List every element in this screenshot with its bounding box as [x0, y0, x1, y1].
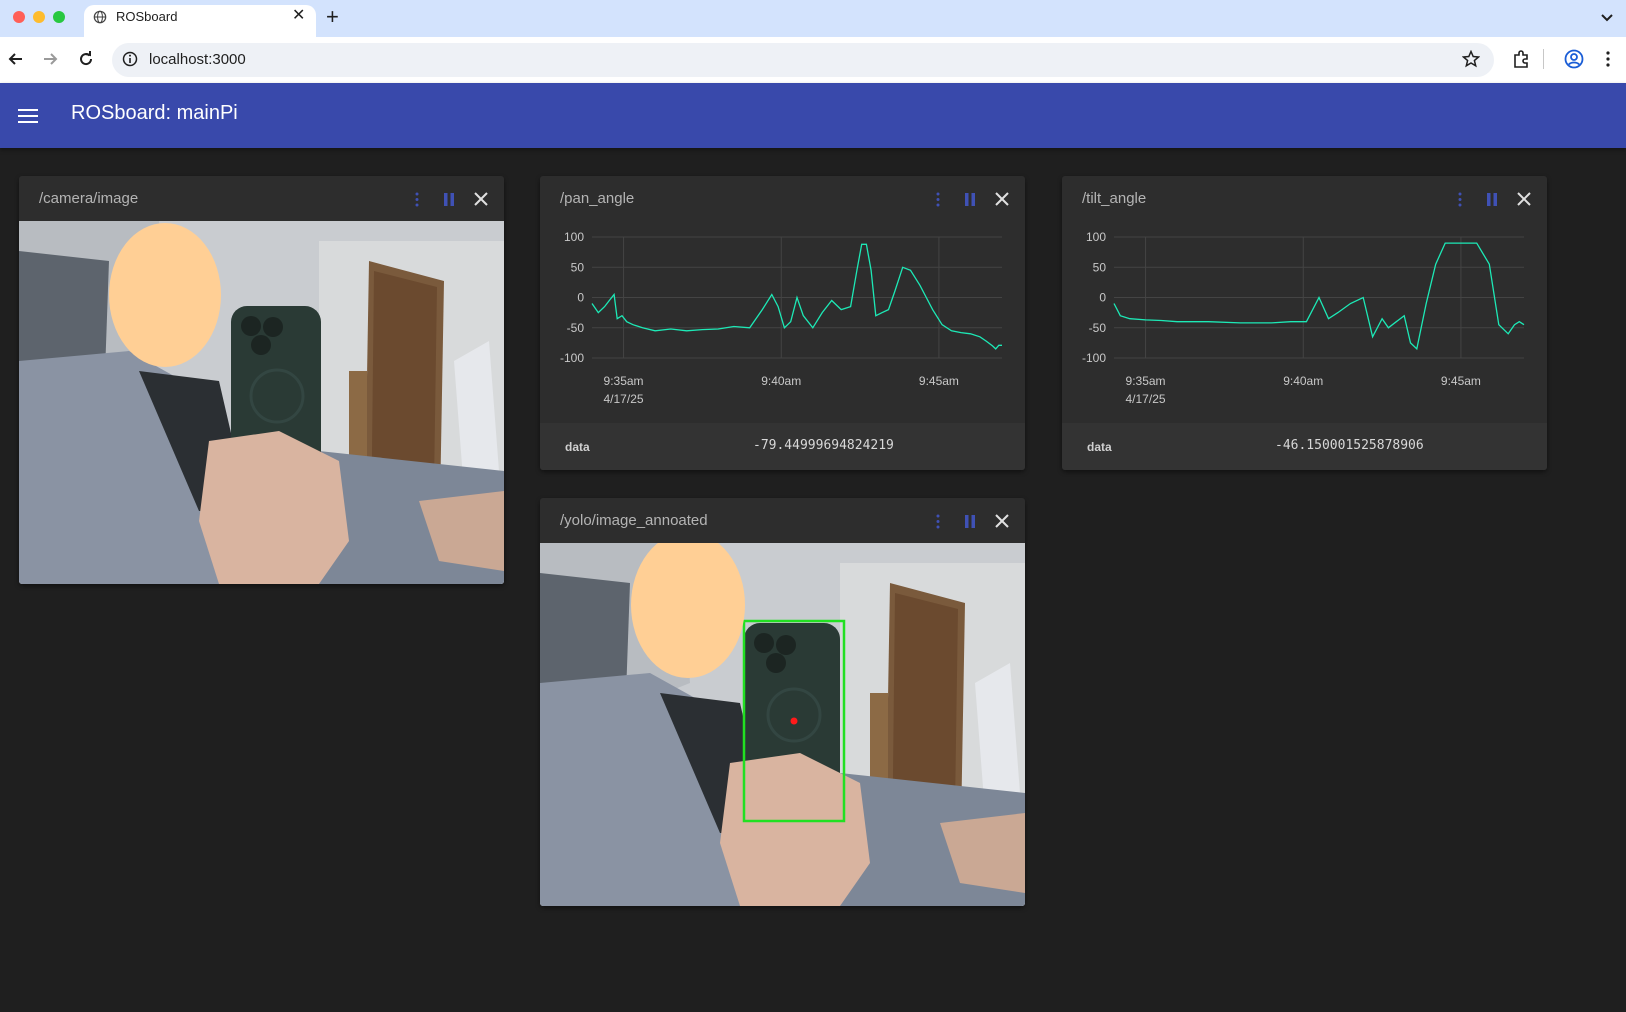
y-tick-label: 50 [1093, 260, 1107, 274]
profile-icon[interactable] [1564, 49, 1584, 69]
series-line [591, 243, 1002, 350]
y-tick-label: 50 [571, 260, 585, 274]
app-header [0, 83, 1626, 148]
data-row: data -79.44999694824219 [540, 423, 1025, 470]
browser-menu-icon[interactable] [1604, 49, 1612, 69]
y-tick-label: -100 [560, 351, 584, 365]
y-tick-label: 100 [564, 230, 584, 244]
x-tick-label: 9:45am [1441, 374, 1481, 388]
card-menu-icon[interactable] [1456, 191, 1464, 208]
data-value: -46.150001525878906 [1275, 438, 1424, 453]
close-icon[interactable] [1516, 191, 1532, 207]
yolo-annotated-image [540, 543, 1025, 906]
series-line [1113, 242, 1525, 351]
x-tick-date-label: 4/17/25 [1126, 392, 1166, 406]
close-icon[interactable] [994, 513, 1010, 529]
y-tick-label: -100 [1082, 351, 1106, 365]
y-tick-label: 100 [1086, 230, 1106, 244]
hamburger-menu-icon[interactable] [18, 108, 38, 124]
card-topic-title: /tilt_angle [1082, 190, 1147, 207]
close-icon[interactable] [994, 191, 1010, 207]
data-value: -79.44999694824219 [753, 438, 894, 453]
data-key: data [565, 440, 590, 454]
x-tick-label: 9:35am [604, 374, 644, 388]
camera-image [19, 221, 504, 584]
tilt-angle-chart: 100 50 0 -50 -100 9:35am 4/17/25 9:40am 9:45am [1082, 230, 1525, 406]
site-info-icon[interactable] [122, 51, 138, 67]
toolbar-separator [1543, 49, 1544, 69]
data-row: data -46.150001525878906 [1062, 423, 1547, 470]
pause-icon[interactable] [442, 191, 456, 208]
detection-center-point [790, 717, 798, 725]
card-topic-title: /yolo/image_annoated [560, 512, 708, 529]
address-bar[interactable] [112, 43, 1494, 77]
pause-icon[interactable] [1485, 191, 1499, 208]
card-menu-icon[interactable] [934, 513, 942, 530]
card-yolo-image: /yolo/image_annoated [540, 498, 1025, 906]
card-menu-icon[interactable] [413, 191, 421, 208]
x-tick-date-label: 4/17/25 [604, 392, 644, 406]
window-maximize-button[interactable] [53, 11, 65, 23]
window-close-button[interactable] [13, 11, 25, 23]
y-tick-label: -50 [1089, 321, 1107, 335]
x-tick-label: 9:40am [1283, 374, 1323, 388]
address-url[interactable]: localhost:3000 [149, 51, 246, 68]
bookmark-star-icon[interactable] [1462, 50, 1480, 68]
tab-close-icon[interactable]: ✕ [292, 7, 305, 25]
card-pan-angle: /pan_angle 100 50 0 -50 -100 9:35am 4/17/25 9:4… [540, 176, 1025, 470]
chevron-down-icon[interactable] [1598, 8, 1616, 26]
x-tick-label: 9:45am [919, 374, 959, 388]
x-tick-label: 9:40am [761, 374, 801, 388]
new-tab-icon[interactable]: + [326, 5, 339, 29]
pan-angle-chart: 100 50 0 -50 -100 9:35am 4/17/25 9:40am 9:45am [560, 230, 1002, 406]
forward-arrow-icon[interactable] [40, 49, 60, 69]
y-tick-label: -50 [567, 321, 585, 335]
window-minimize-button[interactable] [33, 11, 45, 23]
card-tilt-angle: /tilt_angle 100 50 0 -50 -100 9:35am 4/17/25 9:… [1062, 176, 1547, 470]
card-camera-image: /camera/image [19, 176, 504, 584]
card-topic-title: /camera/image [39, 190, 139, 207]
close-icon[interactable] [473, 191, 489, 207]
pause-icon[interactable] [963, 513, 977, 530]
tab-title: ROSboard [116, 9, 178, 24]
extensions-puzzle-icon[interactable] [1511, 49, 1531, 69]
y-tick-label: 0 [577, 291, 584, 305]
card-topic-title: /pan_angle [560, 190, 635, 207]
globe-icon [93, 10, 107, 24]
x-tick-label: 9:35am [1126, 374, 1166, 388]
y-tick-label: 0 [1099, 291, 1106, 305]
reload-icon[interactable] [76, 49, 96, 69]
card-menu-icon[interactable] [934, 191, 942, 208]
app-title: ROSboard: mainPi [71, 102, 238, 124]
data-key: data [1087, 440, 1112, 454]
back-arrow-icon[interactable] [6, 49, 26, 69]
pause-icon[interactable] [963, 191, 977, 208]
